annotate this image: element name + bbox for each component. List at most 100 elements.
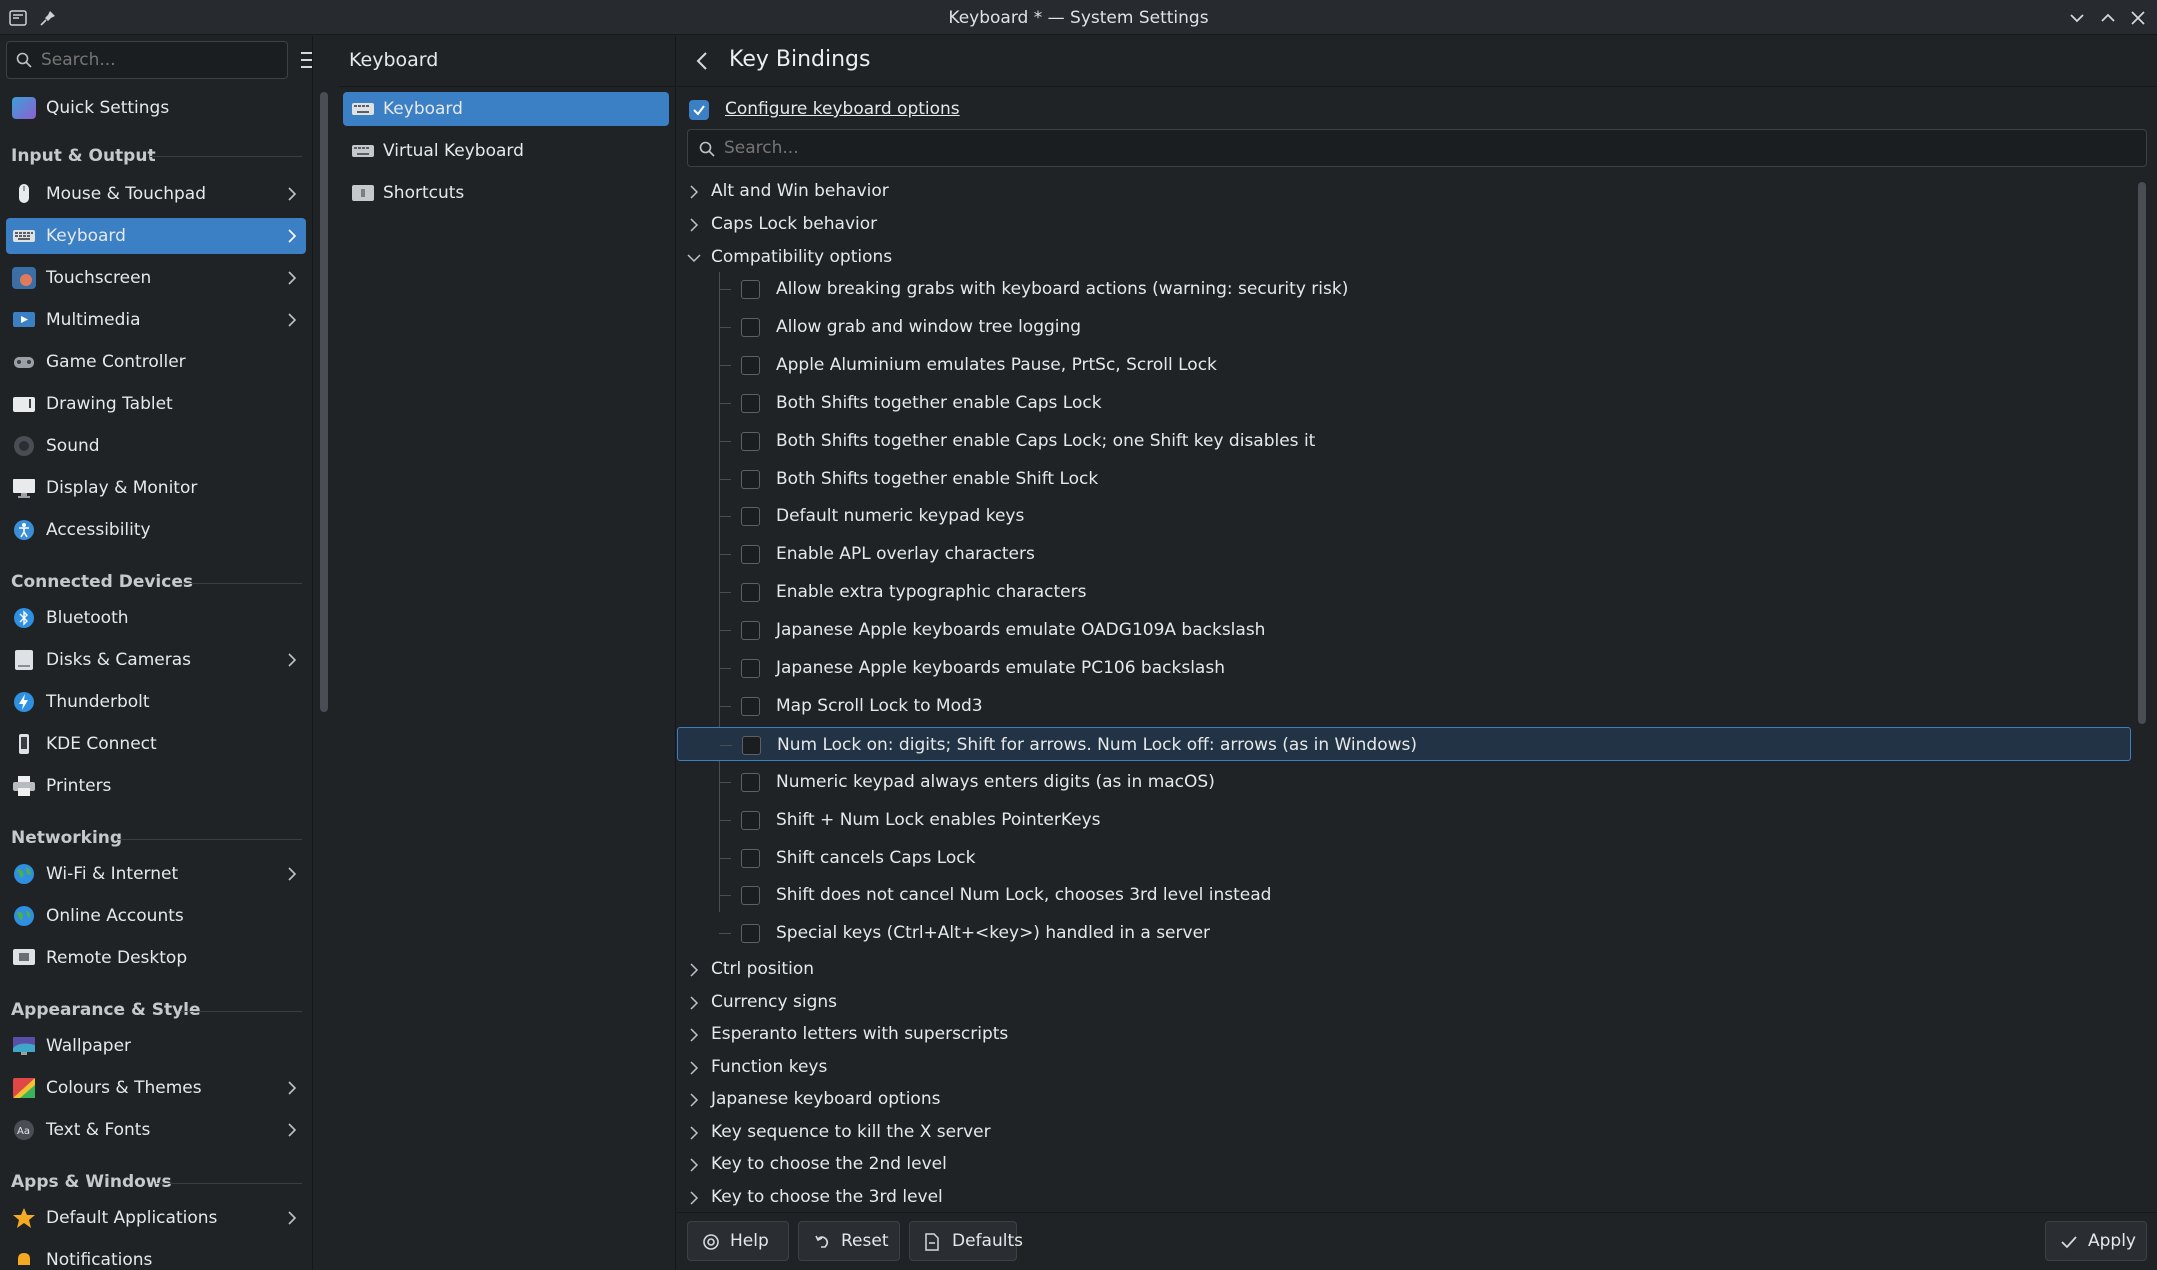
chevron-right-icon[interactable] (689, 218, 699, 232)
option-checkbox[interactable] (741, 394, 760, 413)
sidebar-item-text-fonts[interactable]: Aa Text & Fonts (6, 1112, 306, 1148)
minimize-button[interactable] (2066, 7, 2088, 29)
option-checkbox[interactable] (741, 924, 760, 943)
sidebar-item-keyboard[interactable]: Keyboard (6, 218, 306, 254)
option-checkbox[interactable] (741, 697, 760, 716)
option-checkbox[interactable] (741, 583, 760, 602)
sidebar-item-touchscreen[interactable]: Touchscreen (6, 260, 306, 296)
option-checkbox[interactable] (741, 356, 760, 375)
chevron-right-icon[interactable] (689, 1191, 699, 1205)
option-row[interactable]: Both Shifts together enable Shift Lock (677, 462, 2131, 496)
chevron-right-icon[interactable] (689, 185, 699, 199)
option-checkbox[interactable] (741, 545, 760, 564)
sidebar-item-bluetooth[interactable]: Bluetooth (6, 600, 306, 636)
apply-button[interactable]: Apply (2045, 1221, 2147, 1261)
option-row[interactable]: Allow grab and window tree logging (677, 310, 2131, 344)
tree-group-ctrl-position[interactable]: Ctrl position (677, 954, 2131, 984)
option-row[interactable]: Apple Aluminium emulates Pause, PrtSc, S… (677, 348, 2131, 382)
sidebar-item-game-controller[interactable]: Game Controller (6, 344, 306, 380)
option-row[interactable]: Shift + Num Lock enables PointerKeys (677, 803, 2131, 837)
options-scrollbar[interactable] (2138, 182, 2146, 724)
hamburger-menu-icon[interactable] (300, 51, 312, 69)
tree-group-currency-signs[interactable]: Currency signs (677, 987, 2131, 1017)
sidebar-item-thunderbolt[interactable]: Thunderbolt (6, 684, 306, 720)
configure-options-checkbox[interactable] (689, 100, 709, 120)
sidebar-item-drawing-tablet[interactable]: Drawing Tablet (6, 386, 306, 422)
reset-button[interactable]: Reset (798, 1221, 900, 1261)
option-checkbox[interactable] (741, 886, 760, 905)
configure-options-label[interactable]: Configure keyboard options (725, 99, 960, 119)
sidebar-search-input[interactable] (6, 41, 288, 79)
option-row[interactable]: Enable extra typographic characters (677, 575, 2131, 609)
option-checkbox[interactable] (741, 659, 760, 678)
option-row[interactable]: Enable APL overlay characters (677, 537, 2131, 571)
sidebar-item-accessibility[interactable]: Accessibility (6, 512, 306, 548)
chevron-right-icon[interactable] (689, 1061, 699, 1075)
sidebar-item-notifications[interactable]: Notifications (6, 1242, 306, 1270)
sidebar-item-sound[interactable]: Sound (6, 428, 306, 464)
tree-group-japanese[interactable]: Japanese keyboard options (677, 1084, 2131, 1114)
tree-group-function-keys[interactable]: Function keys (677, 1052, 2131, 1082)
tree-group-2nd-level[interactable]: Key to choose the 2nd level (677, 1149, 2131, 1179)
sidebar-item-wallpaper[interactable]: Wallpaper (6, 1028, 306, 1064)
subcategory-item-shortcuts[interactable]: Shortcuts (343, 176, 669, 210)
font-icon: Aa (12, 1119, 36, 1141)
sidebar-scrollbar[interactable] (320, 92, 328, 712)
option-checkbox[interactable] (741, 773, 760, 792)
defaults-button[interactable]: Defaults (909, 1221, 1023, 1261)
option-checkbox[interactable] (741, 849, 760, 868)
option-row[interactable]: Japanese Apple keyboards emulate PC106 b… (677, 651, 2131, 685)
tree-group-compatibility[interactable]: Compatibility options (677, 242, 2131, 272)
tree-group-esperanto[interactable]: Esperanto letters with superscripts (677, 1019, 2131, 1049)
sidebar-item-online-accounts[interactable]: Online Accounts (6, 898, 306, 934)
sidebar-item-mouse[interactable]: Mouse & Touchpad (6, 176, 306, 212)
option-checkbox[interactable] (741, 318, 760, 337)
sidebar-item-multimedia[interactable]: Multimedia (6, 302, 306, 338)
option-checkbox[interactable] (742, 736, 761, 755)
tree-group-caps-lock[interactable]: Caps Lock behavior (677, 209, 2131, 239)
tree-group-alt-win[interactable]: Alt and Win behavior (677, 176, 2131, 206)
option-row[interactable]: Both Shifts together enable Caps Lock (677, 386, 2131, 420)
options-search-input[interactable] (687, 129, 2147, 167)
chevron-right-icon[interactable] (689, 1126, 699, 1140)
option-row[interactable]: Special keys (Ctrl+Alt+<key>) handled in… (677, 916, 2131, 950)
sidebar-item-disks[interactable]: Disks & Cameras (6, 642, 306, 678)
chevron-right-icon[interactable] (689, 1158, 699, 1172)
option-row[interactable]: Allow breaking grabs with keyboard actio… (677, 272, 2131, 306)
chevron-right-icon[interactable] (689, 1093, 699, 1107)
sidebar-item-remote-desktop[interactable]: Remote Desktop (6, 940, 306, 976)
option-checkbox[interactable] (741, 280, 760, 299)
help-button[interactable]: Help (687, 1221, 789, 1261)
option-row[interactable]: Shift does not cancel Num Lock, chooses … (677, 878, 2131, 912)
tree-group-3rd-level[interactable]: Key to choose the 3rd level (677, 1182, 2131, 1212)
sidebar-item-display[interactable]: Display & Monitor (6, 470, 306, 506)
sidebar-item-printers[interactable]: Printers (6, 768, 306, 804)
option-checkbox[interactable] (741, 507, 760, 526)
option-row[interactable]: Shift cancels Caps Lock (677, 841, 2131, 875)
option-checkbox[interactable] (741, 470, 760, 489)
option-row[interactable]: Map Scroll Lock to Mod3 (677, 689, 2131, 723)
option-checkbox[interactable] (741, 621, 760, 640)
sidebar-item-default-apps[interactable]: Default Applications (6, 1200, 306, 1236)
option-checkbox[interactable] (741, 432, 760, 451)
option-row[interactable]: Both Shifts together enable Caps Lock; o… (677, 424, 2131, 458)
sidebar-item-quick-settings[interactable]: Quick Settings (6, 90, 306, 126)
sidebar-item-colours[interactable]: Colours & Themes (6, 1070, 306, 1106)
option-row[interactable]: Numeric keypad always enters digits (as … (677, 765, 2131, 799)
option-checkbox[interactable] (741, 811, 760, 830)
option-row[interactable]: Default numeric keypad keys (677, 499, 2131, 533)
chevron-right-icon[interactable] (689, 996, 699, 1010)
back-button[interactable] (693, 50, 711, 72)
option-row[interactable]: Num Lock on: digits; Shift for arrows. N… (677, 727, 2131, 761)
sidebar-item-kde-connect[interactable]: KDE Connect (6, 726, 306, 762)
chevron-right-icon[interactable] (689, 1028, 699, 1042)
close-button[interactable] (2127, 7, 2149, 29)
subcategory-item-virtual-keyboard[interactable]: Virtual Keyboard (343, 134, 669, 168)
chevron-right-icon[interactable] (689, 963, 699, 977)
subcategory-item-keyboard[interactable]: Keyboard (343, 92, 669, 126)
chevron-down-icon[interactable] (687, 253, 701, 263)
tree-group-kill-x-server[interactable]: Key sequence to kill the X server (677, 1117, 2131, 1147)
option-row[interactable]: Japanese Apple keyboards emulate OADG109… (677, 613, 2131, 647)
sidebar-item-wifi[interactable]: Wi-Fi & Internet (6, 856, 306, 892)
maximize-button[interactable] (2097, 7, 2119, 29)
